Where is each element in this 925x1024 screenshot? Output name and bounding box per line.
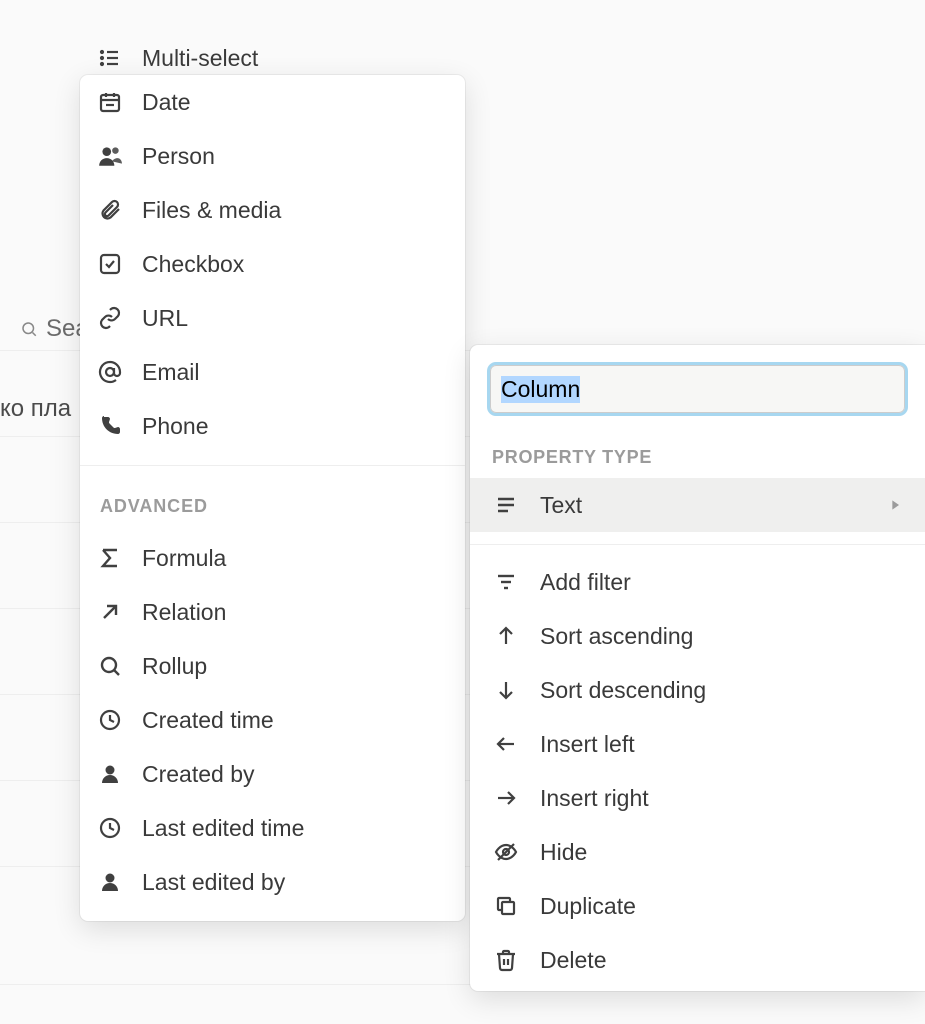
link-icon [96, 304, 124, 332]
at-icon [96, 358, 124, 386]
menu-item-label: Relation [142, 599, 226, 626]
menu-item-label: Hide [540, 839, 903, 866]
arrow-up-icon [492, 622, 520, 650]
menu-item-label: Person [142, 143, 215, 170]
menu-item-label: Sort descending [540, 677, 903, 704]
checkbox-icon [96, 250, 124, 278]
menu-item-label: Email [142, 359, 200, 386]
text-icon [492, 491, 520, 519]
menu-item-created-by[interactable]: Created by [80, 747, 465, 801]
property-type-submenu: Multi-select DatePersonFiles & mediaChec… [80, 75, 465, 921]
clock-icon [96, 706, 124, 734]
property-type-multiselect-partial[interactable]: Multi-select [80, 45, 465, 75]
menu-item-label: Delete [540, 947, 903, 974]
menu-item-label: Add filter [540, 569, 903, 596]
menu-item-label: Formula [142, 545, 226, 572]
property-type-label: Multi-select [142, 45, 258, 72]
property-type-header: PROPERTY TYPE [470, 419, 925, 478]
menu-item-label: Last edited by [142, 869, 285, 896]
menu-item-insert-right[interactable]: Insert right [470, 771, 925, 825]
menu-item-files-media[interactable]: Files & media [80, 183, 465, 237]
menu-item-duplicate[interactable]: Duplicate [470, 879, 925, 933]
menu-item-label: Insert left [540, 731, 903, 758]
filter-icon [492, 568, 520, 596]
attachment-icon [96, 196, 124, 224]
menu-item-label: Created by [142, 761, 255, 788]
arrow-right-icon [492, 784, 520, 812]
menu-item-sort-descending[interactable]: Sort descending [470, 663, 925, 717]
menu-item-label: Duplicate [540, 893, 903, 920]
arrow-up-right-icon [96, 598, 124, 626]
list-icon [96, 45, 124, 72]
menu-item-sort-ascending[interactable]: Sort ascending [470, 609, 925, 663]
arrow-left-icon [492, 730, 520, 758]
advanced-section-header: ADVANCED [80, 466, 465, 531]
menu-item-delete[interactable]: Delete [470, 933, 925, 987]
menu-item-date[interactable]: Date [80, 75, 465, 129]
menu-item-person[interactable]: Person [80, 129, 465, 183]
menu-item-label: Checkbox [142, 251, 244, 278]
arrow-down-icon [492, 676, 520, 704]
column-menu: PROPERTY TYPE Text Add filter Sort ascend… [470, 345, 925, 991]
menu-item-relation[interactable]: Relation [80, 585, 465, 639]
menu-item-label: Created time [142, 707, 274, 734]
chevron-right-icon [887, 497, 903, 513]
column-name-input[interactable] [490, 365, 905, 413]
menu-item-last-edited-time[interactable]: Last edited time [80, 801, 465, 855]
menu-item-label: Rollup [142, 653, 207, 680]
sigma-icon [96, 544, 124, 572]
duplicate-icon [492, 892, 520, 920]
menu-item-rollup[interactable]: Rollup [80, 639, 465, 693]
eye-off-icon [492, 838, 520, 866]
menu-item-phone[interactable]: Phone [80, 399, 465, 453]
search-icon [96, 652, 124, 680]
menu-item-label: Last edited time [142, 815, 304, 842]
menu-item-checkbox[interactable]: Checkbox [80, 237, 465, 291]
menu-item-formula[interactable]: Formula [80, 531, 465, 585]
menu-item-url[interactable]: URL [80, 291, 465, 345]
menu-item-email[interactable]: Email [80, 345, 465, 399]
person-icon [96, 142, 124, 170]
menu-item-label: Date [142, 89, 191, 116]
menu-item-label: Phone [142, 413, 209, 440]
bg-row-text: ко пла [0, 395, 71, 423]
phone-icon [96, 412, 124, 440]
user-solid-icon [96, 760, 124, 788]
menu-item-created-time[interactable]: Created time [80, 693, 465, 747]
trash-icon [492, 946, 520, 974]
property-type-selector[interactable]: Text [470, 478, 925, 532]
menu-item-add-filter[interactable]: Add filter [470, 555, 925, 609]
menu-item-label: Insert right [540, 785, 903, 812]
menu-divider [470, 544, 925, 545]
user-solid-icon [96, 868, 124, 896]
menu-item-last-edited-by[interactable]: Last edited by [80, 855, 465, 909]
menu-item-label: Sort ascending [540, 623, 903, 650]
menu-item-hide[interactable]: Hide [470, 825, 925, 879]
clock-icon [96, 814, 124, 842]
menu-item-label: URL [142, 305, 188, 332]
menu-item-insert-left[interactable]: Insert left [470, 717, 925, 771]
menu-item-label: Files & media [142, 197, 281, 224]
property-type-current: Text [540, 492, 867, 519]
search-background: Sea [20, 315, 89, 343]
calendar-icon [96, 88, 124, 116]
